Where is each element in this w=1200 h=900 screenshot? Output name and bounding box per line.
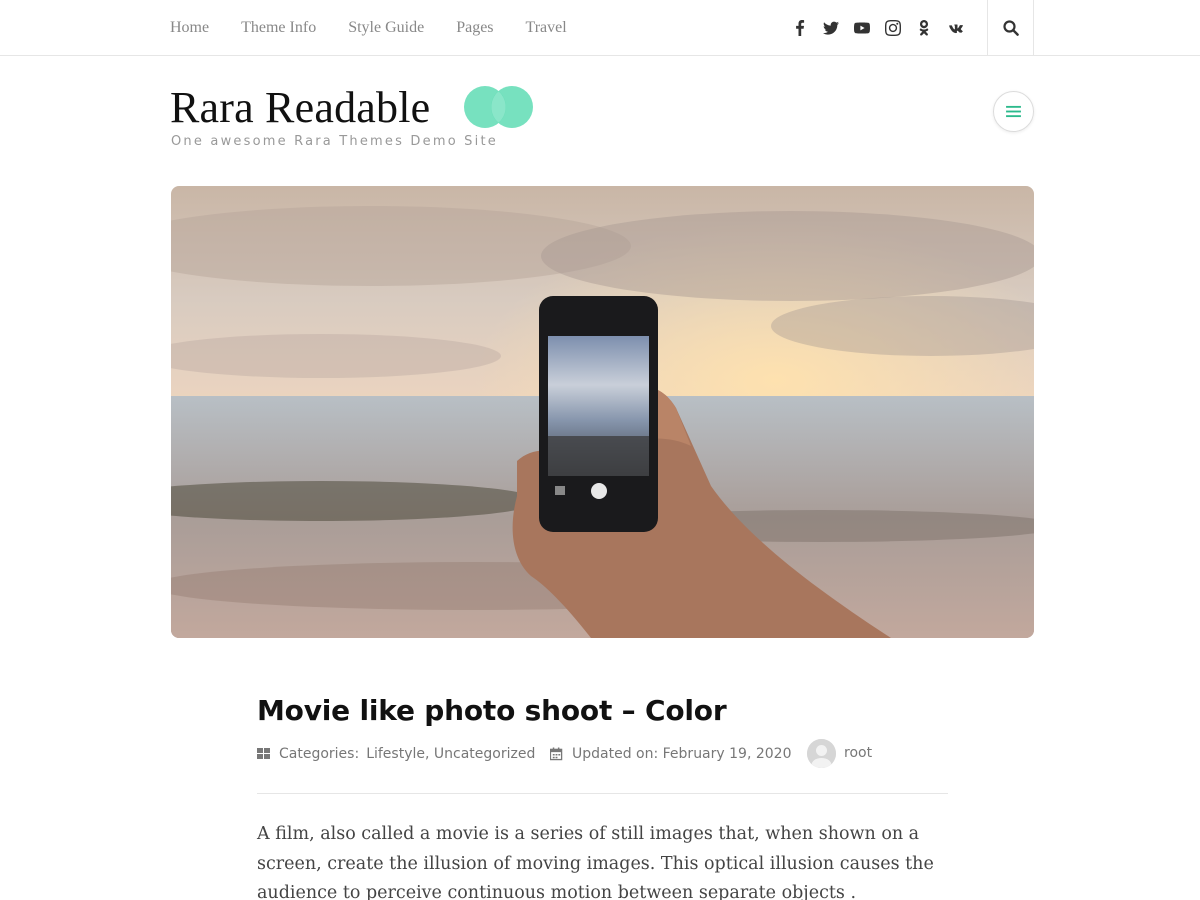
site-logo-icon[interactable] <box>463 85 535 129</box>
nav-home[interactable]: Home <box>170 19 209 37</box>
category-links[interactable]: Lifestyle, Uncategorized <box>366 746 535 762</box>
nav-travel[interactable]: Travel <box>526 19 567 37</box>
nav-style-guide[interactable]: Style Guide <box>348 19 424 37</box>
hamburger-icon <box>1006 105 1021 118</box>
meta-divider <box>257 793 948 794</box>
vk-icon[interactable] <box>939 0 970 55</box>
updated-date: Updated on: February 19, 2020 <box>572 746 792 762</box>
post-title[interactable]: Movie like photo shoot – Color <box>257 694 727 727</box>
twitter-icon[interactable] <box>815 0 846 55</box>
nav-pages[interactable]: Pages <box>456 19 493 37</box>
site-tagline: One awesome Rara Themes Demo Site <box>171 134 498 149</box>
primary-nav: Home Theme Info Style Guide Pages Travel <box>170 0 599 55</box>
site-title[interactable]: Rara Readable <box>170 82 430 133</box>
youtube-icon[interactable] <box>846 0 877 55</box>
post-categories: Categories: Lifestyle, Uncategorized <box>257 744 535 764</box>
menu-toggle-button[interactable] <box>993 91 1034 132</box>
featured-image[interactable] <box>171 186 1034 638</box>
categories-label: Categories: <box>279 746 360 762</box>
post-author: root <box>807 738 872 768</box>
calendar-icon <box>550 747 564 761</box>
facebook-icon[interactable] <box>784 0 815 55</box>
search-icon <box>1002 20 1019 36</box>
search-button[interactable] <box>987 0 1034 56</box>
avatar[interactable] <box>807 738 836 768</box>
post-date: Updated on: February 19, 2020 <box>550 744 791 764</box>
instagram-icon[interactable] <box>877 0 908 55</box>
nav-theme-info[interactable]: Theme Info <box>241 19 316 37</box>
top-bar: Home Theme Info Style Guide Pages Travel <box>0 0 1200 56</box>
author-name[interactable]: root <box>844 745 872 761</box>
social-links <box>784 0 970 55</box>
odnoklassniki-icon[interactable] <box>908 0 939 55</box>
grid-icon <box>257 747 271 761</box>
post-excerpt: A film, also called a movie is a series … <box>257 824 934 900</box>
